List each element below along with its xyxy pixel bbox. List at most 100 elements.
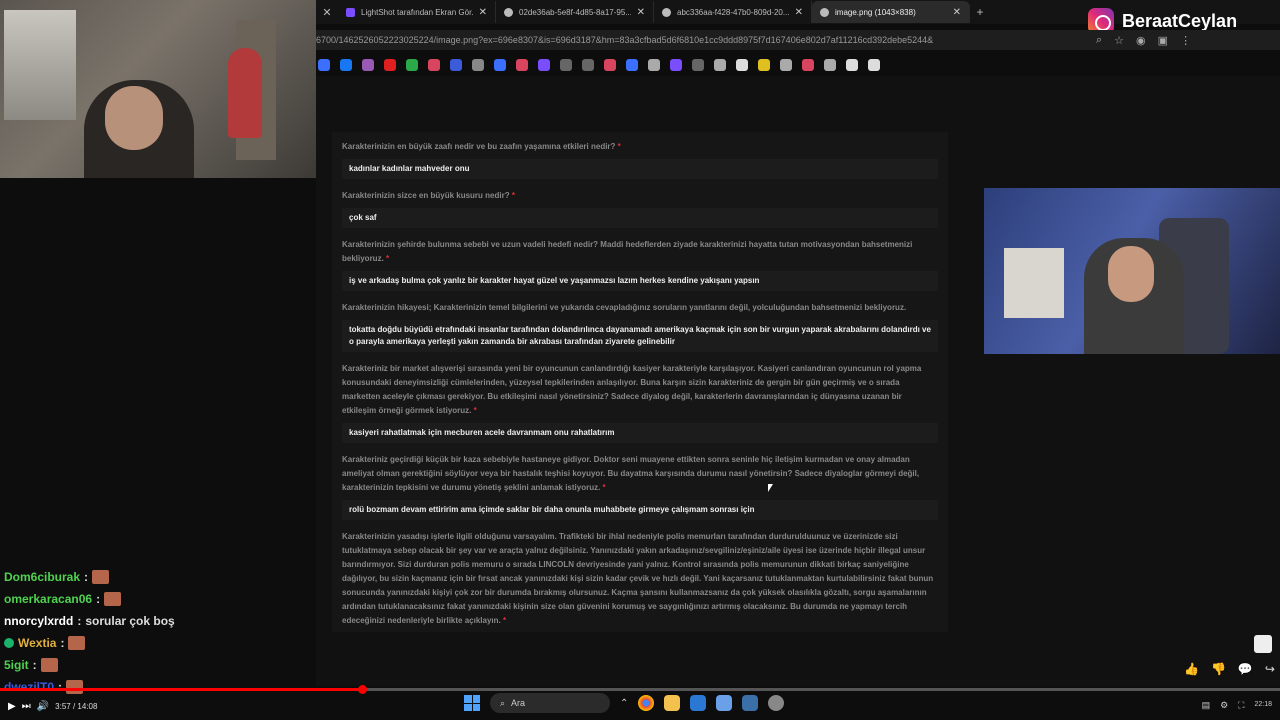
chat-emote-icon <box>40 658 58 672</box>
menu-icon[interactable]: ⋮ <box>1180 34 1191 47</box>
tab-close-icon[interactable]: ✕ <box>479 7 487 18</box>
form-question: Karakterinizin şehirde bulunma sebebi ve… <box>342 238 938 266</box>
bookmark-icon[interactable] <box>846 59 858 71</box>
chat-separator: : <box>96 592 101 606</box>
chat-emote-icon <box>104 592 122 606</box>
bookmark-icon[interactable] <box>384 59 396 71</box>
system-tray: ▤ ⚙ ⛶ 22:18 <box>1202 692 1272 718</box>
chat-username[interactable]: Wextia <box>18 632 56 654</box>
form-question-text: Karakterinizin hikayesi; Karakterinizin … <box>342 303 907 312</box>
channel-avatar[interactable] <box>1254 635 1272 653</box>
zoom-icon[interactable]: ⌕ <box>1096 34 1102 47</box>
webcam-person-head <box>1108 246 1154 302</box>
url-text[interactable]: 6700/1462526052223025224/image.png?ex=69… <box>316 35 1076 45</box>
webcam-feed-desk <box>984 188 1280 354</box>
tray-icon[interactable]: ▤ <box>1202 700 1211 711</box>
bookmark-icon[interactable] <box>318 59 330 71</box>
app-icon[interactable] <box>768 695 785 711</box>
tab-close-icon[interactable]: ✕ <box>637 7 645 18</box>
chat-message: Wextia : <box>4 632 304 654</box>
new-tab-icon[interactable]: + <box>970 5 990 19</box>
chat-badge-icon <box>4 638 14 648</box>
form-question: Karakterinizin yasadışı işlerle ilgili o… <box>342 530 938 628</box>
tab-close-icon[interactable]: ✕ <box>953 7 961 18</box>
volume-icon[interactable]: 🔊 <box>37 701 49 712</box>
bookmark-icon[interactable] <box>868 59 880 71</box>
bookmark-icon[interactable] <box>582 59 594 71</box>
taskbar-search[interactable]: ⌕ Ara <box>490 693 610 713</box>
form-answer: kadınlar kadınlar mahveder onu <box>342 159 938 179</box>
tab-close-icon[interactable]: ✕ <box>316 6 338 19</box>
form-question: Karakteriniz geçirdiği küçük bir kaza se… <box>342 453 938 495</box>
bookmark-icon[interactable] <box>340 59 352 71</box>
webcam-person-head <box>105 86 163 150</box>
windows-start-icon[interactable] <box>464 695 480 711</box>
form-question-text: Karakterinizin en büyük zaafı nedir ve b… <box>342 142 616 151</box>
bookmark-icon[interactable] <box>362 59 374 71</box>
bookmark-icon[interactable] <box>472 59 484 71</box>
bookmark-icon[interactable] <box>450 59 462 71</box>
bookmark-icon[interactable] <box>560 59 572 71</box>
play-icon[interactable]: ▶ <box>8 701 16 712</box>
fullscreen-icon[interactable]: ⛶ <box>1238 700 1244 711</box>
extension-icon[interactable]: ◉ <box>1136 34 1146 47</box>
tab-close-icon[interactable]: ✕ <box>795 7 803 18</box>
browser-tab[interactable]: abc336aa-f428-47b0-809d-20... ✕ <box>654 1 812 23</box>
bookmark-icon[interactable] <box>692 59 704 71</box>
tab-favicon-icon <box>346 7 355 17</box>
application-form-image: Karakterinizin en büyük zaafı nedir ve b… <box>332 132 948 632</box>
bookmark-icon[interactable] <box>604 59 616 71</box>
browser-tab[interactable]: LightShot tarafından Ekran Gör... ✕ <box>338 1 496 23</box>
chrome-icon[interactable] <box>638 695 655 711</box>
video-actions: 👍 👎 💬 ↪ <box>1184 662 1275 676</box>
comment-icon[interactable]: 💬 <box>1238 662 1253 676</box>
form-answer: çok saf <box>342 208 938 228</box>
chat-username[interactable]: Dom6ciburak <box>4 566 80 588</box>
bookmarks-bar <box>316 56 1280 74</box>
bookmark-icon[interactable] <box>406 59 418 71</box>
form-answer: tokatta doğdu büyüdü etrafındaki insanla… <box>342 320 938 352</box>
chevron-up-icon[interactable]: ⌃ <box>620 698 628 709</box>
dislike-icon[interactable]: 👎 <box>1211 662 1226 676</box>
search-icon: ⌕ <box>500 697 506 708</box>
bookmark-icon[interactable] <box>494 59 506 71</box>
bookmark-icon[interactable] <box>516 59 528 71</box>
bookmark-star-icon[interactable]: ☆ <box>1114 34 1124 47</box>
bookmark-icon[interactable] <box>758 59 770 71</box>
player-controls-left: ▶ ⏭ 🔊 3:57 / 14:08 <box>0 701 97 712</box>
settings-icon[interactable]: ⚙ <box>1220 700 1228 711</box>
bookmark-icon[interactable] <box>736 59 748 71</box>
image-viewer-page: Karakterinizin en büyük zaafı nedir ve b… <box>316 76 1280 686</box>
chat-message: 5igit : <box>4 654 304 676</box>
like-icon[interactable]: 👍 <box>1184 662 1199 676</box>
form-question-text: Karakteriniz bir market alışverişi sıras… <box>342 364 922 415</box>
bookmark-icon[interactable] <box>538 59 550 71</box>
form-question-text: Karakterinizin şehirde bulunma sebebi ve… <box>342 240 913 263</box>
form-question-text: Karakterinizin yasadışı işlerle ilgili o… <box>342 532 934 625</box>
puzzle-icon[interactable]: ▣ <box>1158 34 1168 47</box>
bookmark-icon[interactable] <box>824 59 836 71</box>
video-time: 3:57 / 14:08 <box>55 701 98 711</box>
store-icon[interactable] <box>690 695 707 711</box>
chat-username[interactable]: 5igit <box>4 654 29 676</box>
share-icon[interactable]: ↪ <box>1265 662 1275 676</box>
bookmark-icon[interactable] <box>802 59 814 71</box>
bookmark-icon[interactable] <box>428 59 440 71</box>
windows-taskbar: ⌕ Ara ⌃ <box>464 690 824 716</box>
chat-username[interactable]: nnorcylxrdd <box>4 610 73 632</box>
app-icon[interactable] <box>716 695 733 711</box>
bookmark-icon[interactable] <box>670 59 682 71</box>
browser-tab[interactable]: 02de36ab-5e8f-4d85-8a17-95... ✕ <box>496 1 654 23</box>
bookmark-icon[interactable] <box>714 59 726 71</box>
file-explorer-icon[interactable] <box>664 695 681 711</box>
form-question: Karakteriniz bir market alışverişi sıras… <box>342 362 938 418</box>
bookmark-icon[interactable] <box>626 59 638 71</box>
next-icon[interactable]: ⏭ <box>22 701 31 712</box>
form-question: Karakterinizin sizce en büyük kusuru ned… <box>342 189 938 203</box>
browser-tab-active[interactable]: image.png (1043×838) ✕ <box>812 1 970 23</box>
chat-username[interactable]: omerkaracan06 <box>4 588 92 610</box>
address-bar[interactable]: 6700/1462526052223025224/image.png?ex=69… <box>316 30 1280 50</box>
steam-icon[interactable] <box>742 695 759 711</box>
bookmark-icon[interactable] <box>780 59 792 71</box>
bookmark-icon[interactable] <box>648 59 660 71</box>
